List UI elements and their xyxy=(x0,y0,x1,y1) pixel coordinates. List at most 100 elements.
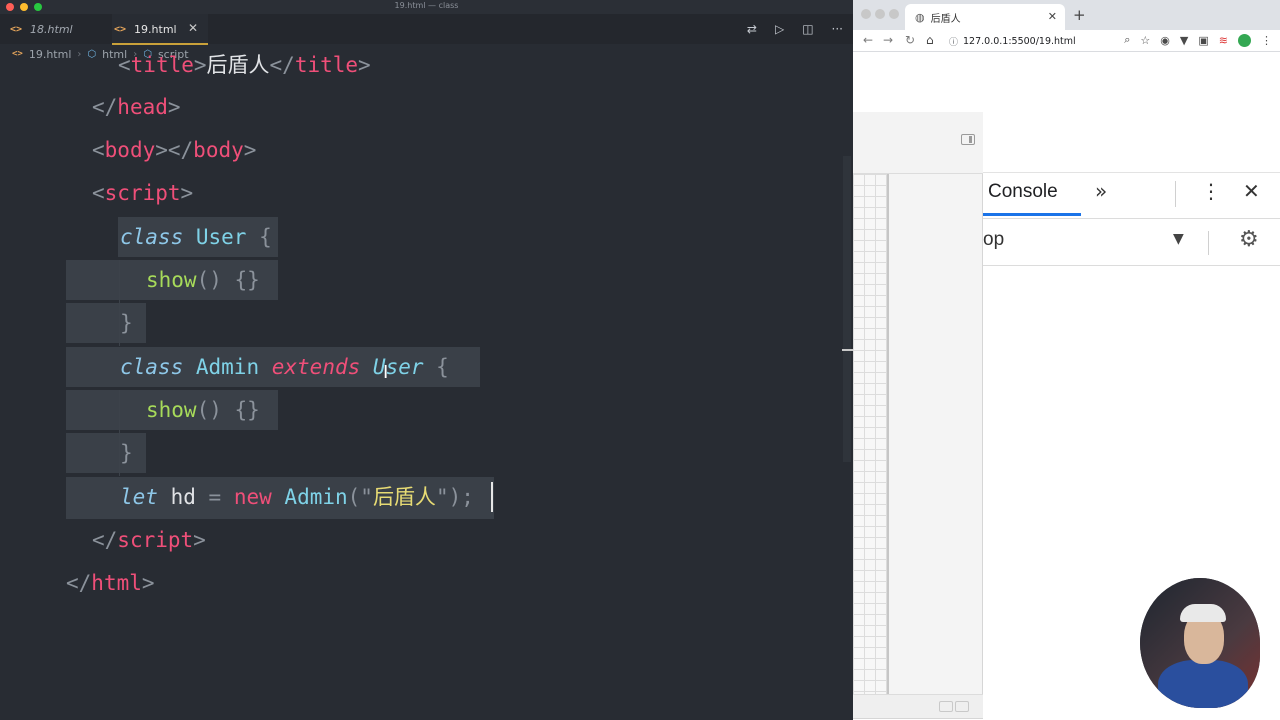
class-keyword: class xyxy=(120,355,184,379)
tab-console[interactable]: Console xyxy=(988,181,1058,203)
text-cursor xyxy=(491,482,493,512)
extension-icon[interactable]: ▼ xyxy=(1180,34,1188,47)
chevron-down-icon[interactable]: ▼ xyxy=(1173,231,1184,247)
code-line: } xyxy=(120,311,133,335)
code-line: </script> xyxy=(92,528,206,552)
url-text: 127.0.0.1:5500/19.html xyxy=(963,35,1076,47)
body-close-tag: body xyxy=(193,138,244,162)
bookmark-star-icon[interactable]: ☆ xyxy=(1140,34,1150,47)
extends-keyword: extends xyxy=(271,355,361,379)
html-close-tag: html xyxy=(91,571,142,595)
split-editor-icon[interactable]: ◫ xyxy=(802,22,813,36)
extension-icon[interactable]: ≋ xyxy=(1219,34,1228,47)
globe-icon: ◍ xyxy=(915,10,925,24)
element-icon: ⬡ xyxy=(87,48,97,60)
constructor-name: Admin xyxy=(284,485,348,509)
menu-icon[interactable]: ⋮ xyxy=(1261,34,1272,47)
code-area[interactable]: <title>后盾人</title> </head> <body></body>… xyxy=(0,53,853,720)
code-line: </html> xyxy=(66,571,155,595)
let-keyword: let xyxy=(120,485,158,509)
new-tab-button[interactable]: + xyxy=(1073,6,1086,24)
more-actions-icon[interactable]: ··· xyxy=(832,22,843,36)
chevron-right-icon: › xyxy=(77,48,82,60)
close-icon[interactable]: ✕ xyxy=(1048,10,1057,23)
tab-label: 18.html xyxy=(30,22,73,36)
devtools-panel-footer xyxy=(853,694,983,718)
head-tag: head xyxy=(117,95,168,119)
editor-scrollbar[interactable] xyxy=(843,156,851,462)
code-line: <script> xyxy=(92,181,194,205)
class-name-user: User xyxy=(195,225,247,249)
devtools-toolbar: Console » ⋮ ✕ op ▼ ⚙ xyxy=(983,172,1280,266)
presenter-cap xyxy=(1180,604,1226,622)
code-line: <body></body> xyxy=(92,138,257,162)
tab-label: 19.html xyxy=(134,22,177,36)
browser-tab-strip: ◍ 后盾人 ✕ + xyxy=(853,0,1280,30)
devtools-panel-header xyxy=(853,112,983,174)
more-tabs-icon[interactable]: » xyxy=(1095,179,1107,203)
browser-toolbar: ← → ↻ ⌂ ⓘ 127.0.0.1:5500/19.html ⌕ ☆ ◉ ▼… xyxy=(853,30,1280,52)
close-devtools-icon[interactable]: ✕ xyxy=(1243,179,1260,203)
scrollbar-position-marker xyxy=(842,349,853,351)
breadcrumb-file[interactable]: 19.html xyxy=(29,48,72,61)
parent-class-name: User xyxy=(372,355,424,379)
reload-icon[interactable]: ↻ xyxy=(905,33,915,47)
forward-icon[interactable]: → xyxy=(883,33,893,47)
tab-19-html[interactable]: <> 19.html ✕ xyxy=(112,14,208,45)
dock-side-icon[interactable] xyxy=(961,134,975,145)
close-icon[interactable]: ✕ xyxy=(188,21,198,35)
code-line: class User { xyxy=(120,225,272,249)
browser-tab-title: 后盾人 xyxy=(930,13,961,25)
title-text: 后盾人 xyxy=(206,53,270,77)
zoom-icon[interactable]: ⌕ xyxy=(1124,33,1130,47)
run-icon[interactable]: ▷ xyxy=(775,22,784,36)
screen: 19.html — class <> 18.html <> 19.html ✕ … xyxy=(0,0,1280,720)
more-options-icon[interactable]: ⋮ xyxy=(1201,179,1221,203)
string-literal: 后盾人 xyxy=(372,485,436,509)
tab-18-html[interactable]: <> 18.html xyxy=(10,14,100,44)
body-open-tag: body xyxy=(104,138,156,162)
compare-changes-icon[interactable]: ⇄ xyxy=(747,22,757,36)
method-name: show xyxy=(146,268,197,292)
devtools-side-panel xyxy=(853,112,983,719)
gear-icon[interactable]: ⚙ xyxy=(1239,227,1259,252)
maximize-window-button[interactable] xyxy=(889,9,899,19)
panel-toggle-icon[interactable] xyxy=(939,701,953,712)
html-file-icon: <> xyxy=(12,49,23,59)
code-line: show() {} xyxy=(146,398,260,422)
toolbar-divider xyxy=(1208,231,1209,255)
browser-tab[interactable]: ◍ 后盾人 ✕ xyxy=(905,4,1065,30)
code-line: let hd = new Admin("后盾人"); xyxy=(120,485,474,509)
code-line: } xyxy=(120,441,133,465)
back-icon[interactable]: ← xyxy=(863,33,873,47)
code-line: show() {} xyxy=(146,268,260,292)
execution-context-selector[interactable]: op xyxy=(983,229,1004,251)
active-tab-indicator xyxy=(983,213,1081,216)
title-bar: 19.html — class xyxy=(0,0,853,14)
extension-icons: ⌕ ☆ ◉ ▼ ▣ ≋ ⋮ xyxy=(1124,33,1272,47)
code-line: </head> xyxy=(92,95,181,119)
selection-highlight xyxy=(66,433,146,473)
mouse-ibeam-icon: I xyxy=(383,362,389,383)
editor-tab-bar: <> 18.html <> 19.html ✕ xyxy=(0,14,853,45)
close-window-button[interactable] xyxy=(861,9,871,19)
info-icon: ⓘ xyxy=(949,37,959,48)
console-context-bar: op ▼ ⚙ xyxy=(983,218,1280,266)
profile-avatar[interactable] xyxy=(1238,33,1251,47)
home-icon[interactable]: ⌂ xyxy=(926,33,934,47)
html-file-icon: <> xyxy=(114,23,127,35)
selection-highlight xyxy=(66,303,146,343)
layout-grid-overlay xyxy=(853,174,889,694)
minimize-window-button[interactable] xyxy=(875,9,885,19)
extension-icon[interactable]: ▣ xyxy=(1198,34,1208,47)
class-keyword: class xyxy=(120,225,184,249)
class-name-admin: Admin xyxy=(195,355,260,379)
presenter-webcam xyxy=(1140,578,1260,708)
editor-actions: ⇄ ▷ ◫ ··· xyxy=(747,14,843,44)
toolbar-divider xyxy=(1175,181,1176,207)
presenter-shirt xyxy=(1158,660,1248,708)
method-name: show xyxy=(146,398,197,422)
new-keyword: new xyxy=(233,485,272,509)
extension-icon[interactable]: ◉ xyxy=(1160,34,1170,47)
panel-toggle-icon[interactable] xyxy=(955,701,969,712)
